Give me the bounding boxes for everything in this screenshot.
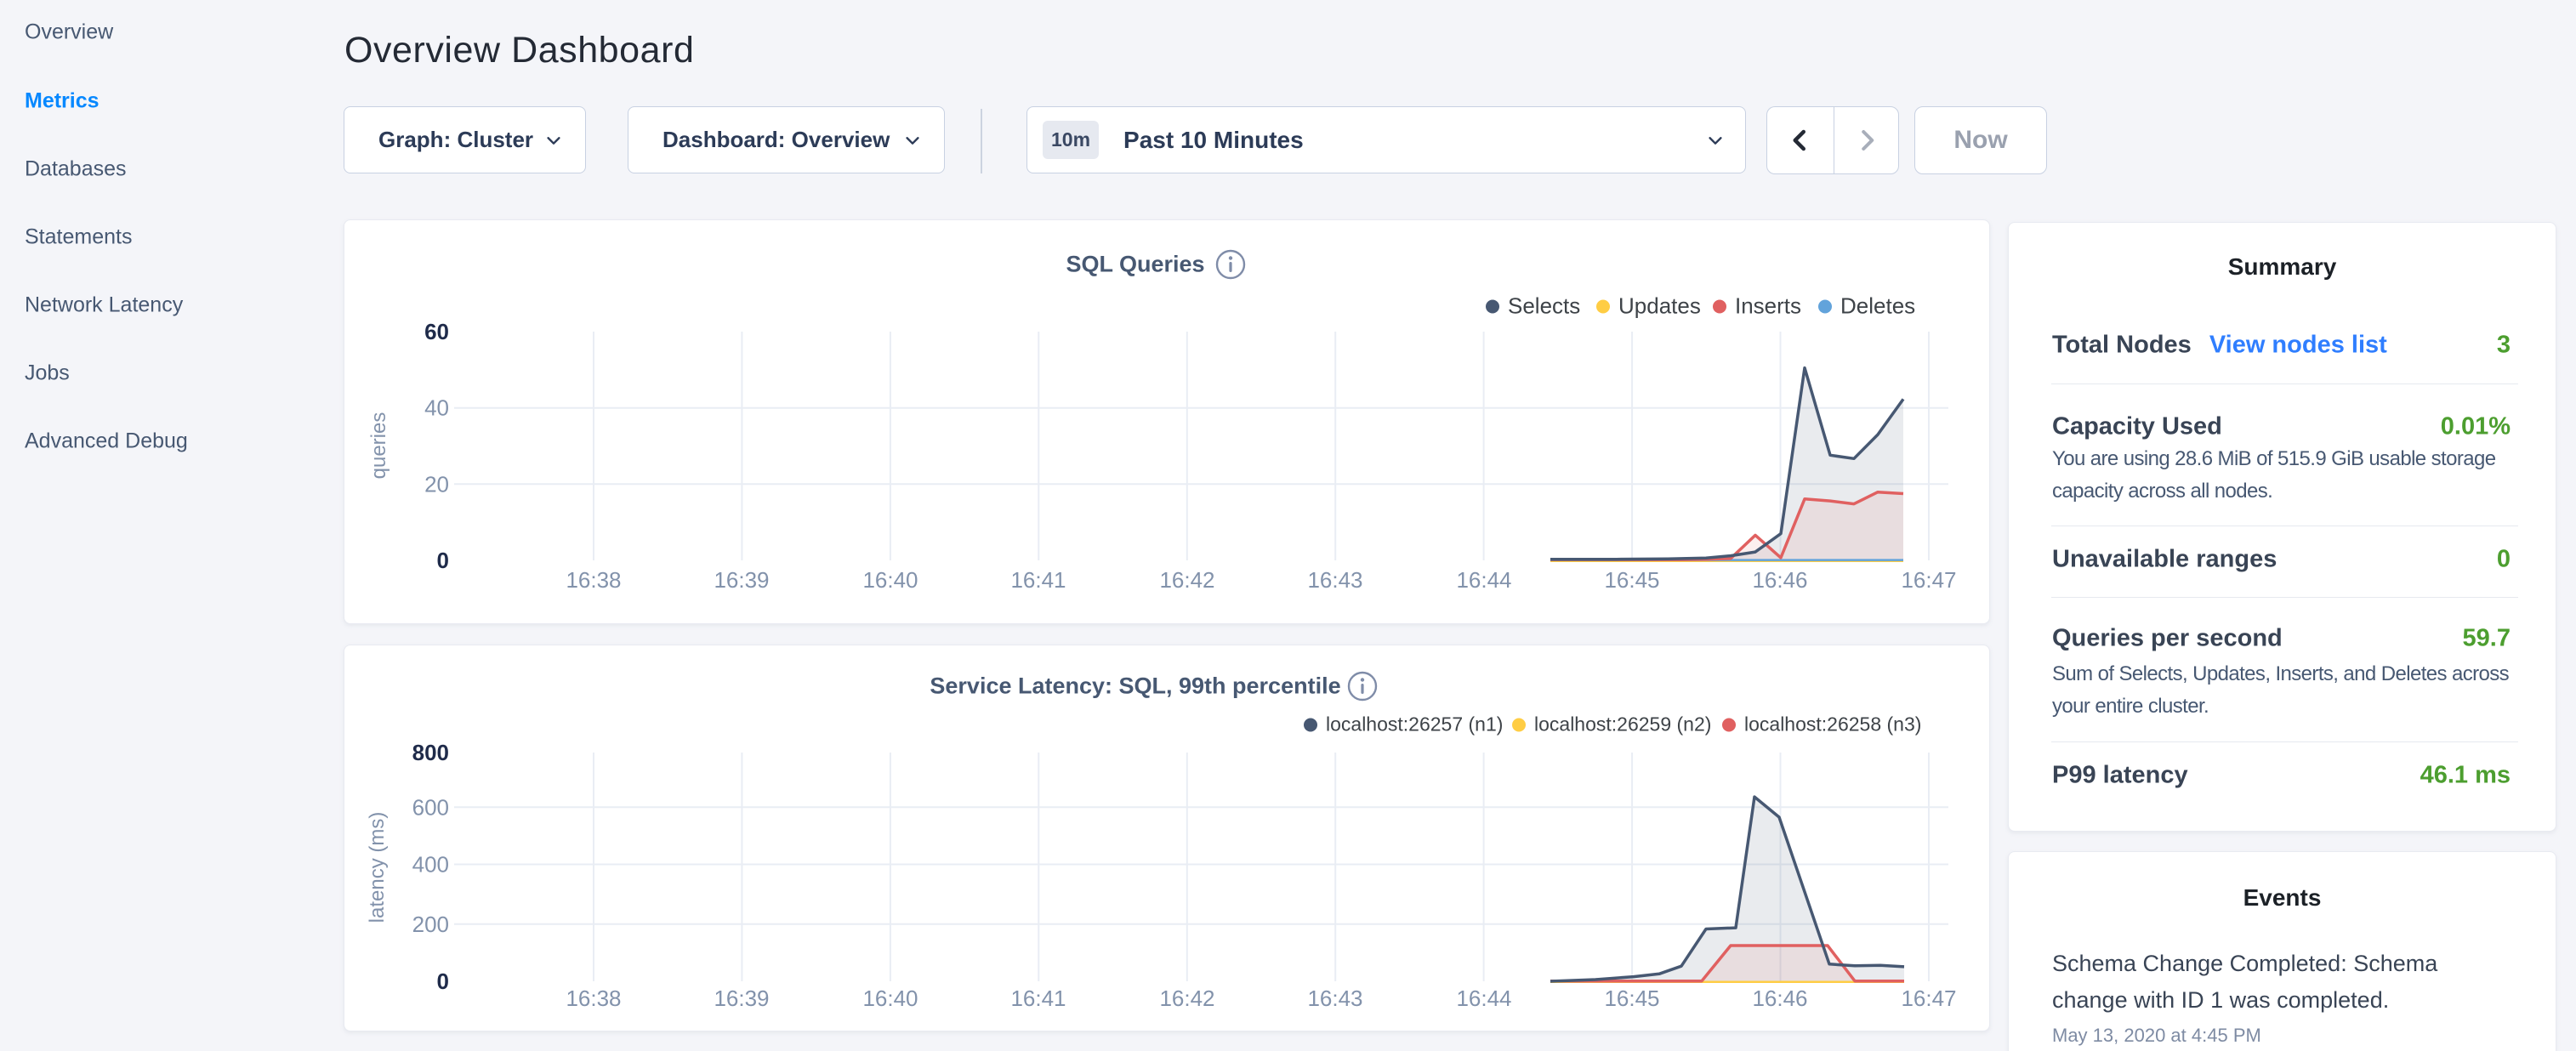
svg-text:16:40: 16:40 xyxy=(862,567,918,593)
svg-text:latency (ms): latency (ms) xyxy=(366,812,389,923)
svg-text:16:46: 16:46 xyxy=(1752,986,1807,1011)
svg-text:16:40: 16:40 xyxy=(862,986,918,1011)
svg-text:16:43: 16:43 xyxy=(1307,567,1362,593)
svg-text:16:42: 16:42 xyxy=(1159,986,1214,1011)
svg-text:16:42: 16:42 xyxy=(1159,567,1214,593)
svg-text:200: 200 xyxy=(412,912,449,937)
svg-text:400: 400 xyxy=(412,852,449,878)
svg-text:40: 40 xyxy=(424,395,449,421)
svg-text:800: 800 xyxy=(412,740,449,765)
svg-text:16:45: 16:45 xyxy=(1604,567,1659,593)
svg-text:16:43: 16:43 xyxy=(1307,986,1362,1011)
svg-text:16:46: 16:46 xyxy=(1752,567,1807,593)
svg-text:16:44: 16:44 xyxy=(1456,986,1511,1011)
svg-text:16:38: 16:38 xyxy=(566,986,621,1011)
svg-text:0: 0 xyxy=(437,548,449,573)
svg-text:20: 20 xyxy=(424,471,449,497)
svg-text:16:47: 16:47 xyxy=(1901,986,1956,1011)
svg-text:16:39: 16:39 xyxy=(714,986,769,1011)
svg-text:16:44: 16:44 xyxy=(1456,567,1511,593)
svg-text:16:41: 16:41 xyxy=(1010,567,1066,593)
svg-text:16:41: 16:41 xyxy=(1010,986,1066,1011)
svg-text:60: 60 xyxy=(424,319,449,344)
svg-text:600: 600 xyxy=(412,794,449,820)
svg-text:16:47: 16:47 xyxy=(1901,567,1956,593)
svg-text:16:45: 16:45 xyxy=(1604,986,1659,1011)
svg-text:queries: queries xyxy=(367,412,390,480)
svg-text:16:39: 16:39 xyxy=(714,567,769,593)
svg-text:16:38: 16:38 xyxy=(566,567,621,593)
svg-text:0: 0 xyxy=(437,969,449,994)
